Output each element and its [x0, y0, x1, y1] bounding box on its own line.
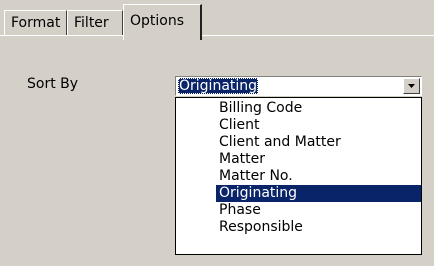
chevron-down-icon: [408, 84, 415, 88]
sort-by-option[interactable]: Phase: [216, 202, 421, 219]
tab-options-label: Options: [130, 13, 185, 29]
tab-divider: [0, 35, 434, 36]
sort-by-option[interactable]: Client and Matter: [216, 134, 421, 151]
sort-by-options-list[interactable]: Billing Code Client Client and Matter Matte…: [175, 97, 422, 255]
sort-by-option[interactable]: Responsible: [216, 219, 421, 236]
sort-by-combobox[interactable]: Originating: [175, 76, 422, 96]
sort-by-option[interactable]: Originating: [216, 185, 421, 202]
sort-by-option[interactable]: Billing Code: [216, 100, 421, 117]
sort-by-selected-value: Originating: [178, 78, 259, 94]
sort-by-option[interactable]: Matter No.: [216, 168, 421, 185]
sort-by-option[interactable]: Client: [216, 117, 421, 134]
tab-options[interactable]: Options: [123, 4, 202, 40]
sort-by-dropdown-button[interactable]: [403, 78, 420, 94]
sort-by-label: Sort By: [27, 76, 79, 92]
tab-format[interactable]: Format: [4, 10, 67, 36]
sort-by-option[interactable]: Matter: [216, 151, 421, 168]
tab-strip: Format Filter Options: [0, 0, 434, 40]
tab-filter[interactable]: Filter: [67, 10, 123, 36]
tab-format-label: Format: [11, 15, 61, 31]
tab-filter-label: Filter: [74, 15, 109, 31]
